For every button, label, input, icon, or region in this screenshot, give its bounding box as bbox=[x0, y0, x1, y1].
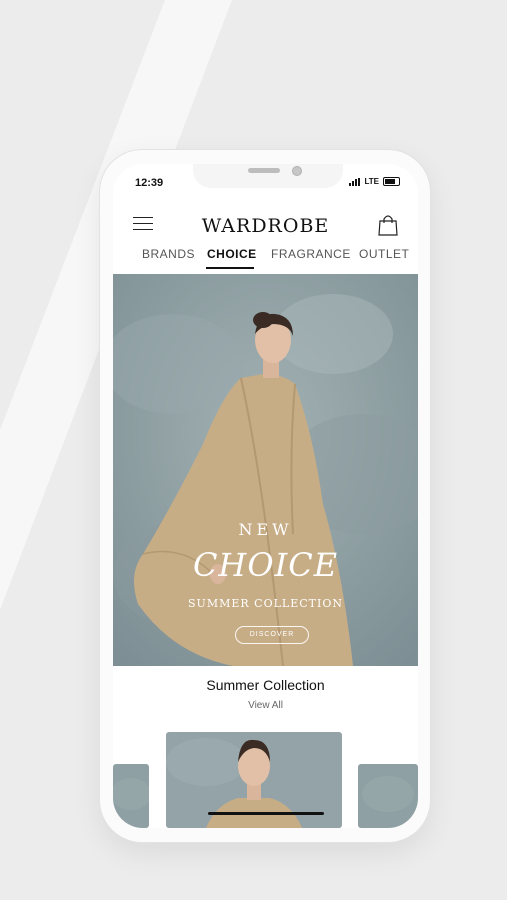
status-time: 12:39 bbox=[135, 177, 164, 189]
status-indicators: LTE bbox=[349, 177, 400, 186]
shopping-bag-icon[interactable] bbox=[378, 214, 398, 236]
tab-brands[interactable]: BRANDS bbox=[142, 247, 195, 261]
product-card-left[interactable] bbox=[113, 764, 149, 828]
tab-fragrance[interactable]: FRAGRANCE bbox=[271, 247, 351, 261]
section-title: Summer Collection bbox=[206, 677, 325, 693]
app-screen: 12:39 LTE WARDROBE BRANDS CHOICE FRAGRAN… bbox=[113, 164, 418, 828]
phone-frame: 12:39 LTE WARDROBE BRANDS CHOICE FRAGRAN… bbox=[100, 150, 430, 842]
battery-icon bbox=[383, 177, 400, 186]
product-card-right[interactable] bbox=[358, 764, 418, 828]
network-label: LTE bbox=[364, 177, 379, 186]
active-tab-indicator bbox=[206, 267, 254, 269]
tab-outlet[interactable]: OUTLET bbox=[359, 247, 409, 261]
discover-button[interactable]: DISCOVER bbox=[235, 626, 309, 644]
category-tabs: BRANDS CHOICE FRAGRANCE OUTLET bbox=[113, 247, 418, 273]
tab-choice[interactable]: CHOICE bbox=[207, 247, 257, 261]
app-header: WARDROBE bbox=[113, 204, 418, 244]
view-all-link[interactable]: View All bbox=[113, 700, 418, 711]
signal-icon bbox=[349, 177, 361, 186]
phone-notch bbox=[193, 164, 343, 188]
hero-subtitle: SUMMER COLLECTION bbox=[188, 597, 343, 610]
hero-line-choice: CHOICE bbox=[192, 546, 339, 584]
camera-icon bbox=[292, 166, 302, 176]
home-indicator bbox=[208, 812, 324, 815]
hero-banner[interactable]: NEW CHOICE SUMMER COLLECTION DISCOVER bbox=[113, 274, 418, 666]
brand-logo[interactable]: WARDROBE bbox=[113, 215, 418, 237]
hero-line-new: NEW bbox=[238, 520, 293, 539]
speaker-icon bbox=[248, 168, 280, 173]
